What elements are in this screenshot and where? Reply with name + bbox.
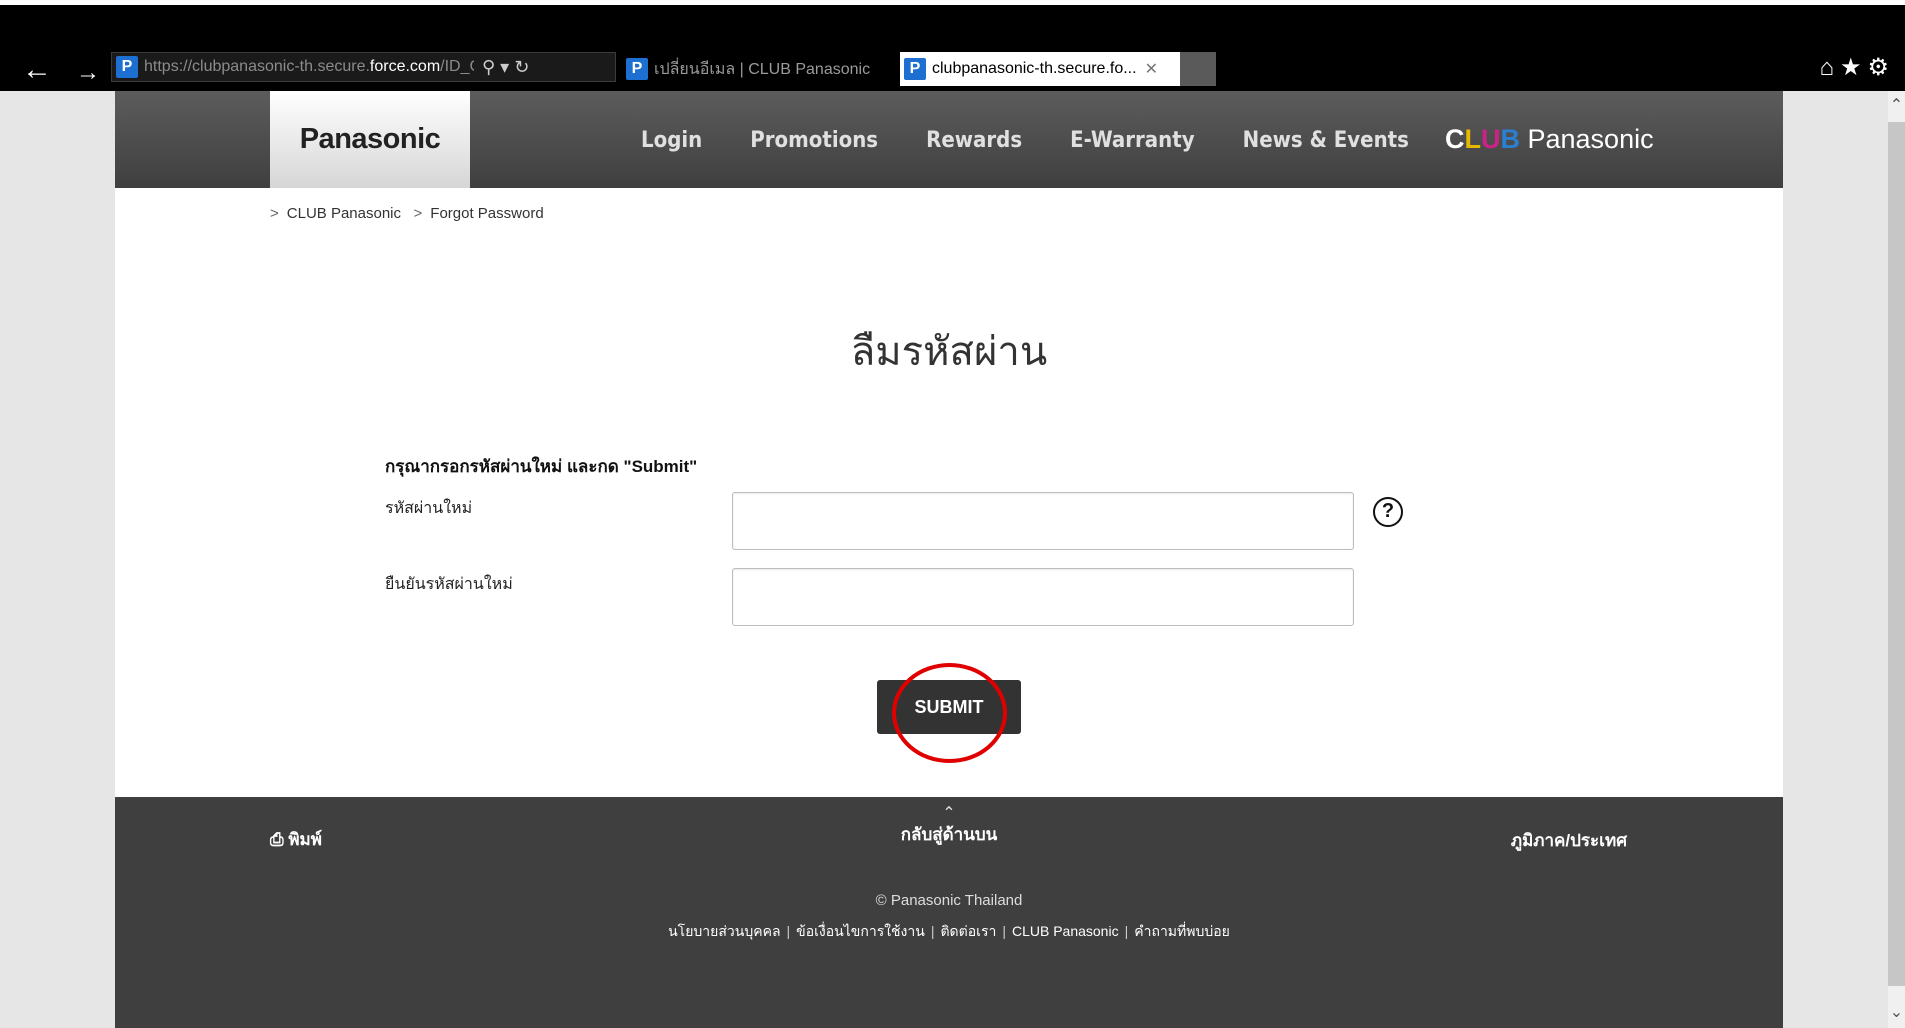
panasonic-logo[interactable]: Panasonic bbox=[270, 91, 470, 188]
main-nav: Login Promotions Rewards E-Warranty News… bbox=[641, 128, 1457, 153]
site-header: Panasonic Login Promotions Rewards E-War… bbox=[115, 91, 1783, 188]
search-refresh-icons[interactable]: ⚲ ▾ ↻ bbox=[482, 57, 529, 78]
highlight-circle-annotation bbox=[892, 663, 1007, 763]
favicon-icon: P bbox=[116, 56, 138, 78]
nav-e-warranty[interactable]: E-Warranty bbox=[1070, 128, 1195, 153]
forward-arrow-icon[interactable]: → bbox=[76, 58, 100, 88]
window-top-edge bbox=[0, 0, 1905, 5]
nav-login[interactable]: Login bbox=[641, 128, 702, 153]
chevron-up-icon[interactable]: ⌃ bbox=[1888, 91, 1905, 121]
page-title: ลืมรหัสผ่าน bbox=[850, 330, 1048, 374]
url-text[interactable]: https://clubpanasonic-th.secure.force.co… bbox=[144, 58, 474, 76]
tab-title: clubpanasonic-th.secure.fo... bbox=[932, 60, 1137, 77]
browser-chrome: ← → P https://clubpanasonic-th.secure.fo… bbox=[0, 0, 1905, 91]
new-password-input[interactable] bbox=[732, 492, 1354, 550]
footer-link-faq[interactable]: คำถามที่พบบ่อย bbox=[1134, 923, 1230, 939]
favicon-icon: P bbox=[626, 58, 648, 80]
address-bar[interactable]: P https://clubpanasonic-th.secure.force.… bbox=[111, 52, 616, 82]
breadcrumb-forgot-password: Forgot Password bbox=[430, 205, 544, 222]
nav-rewards[interactable]: Rewards bbox=[926, 128, 1022, 153]
footer-link-contact[interactable]: ติดต่อเรา bbox=[940, 923, 996, 939]
new-password-label: รหัสผ่านใหม่ bbox=[385, 500, 473, 517]
page-gutter-left bbox=[0, 91, 115, 1028]
breadcrumb-club-panasonic[interactable]: CLUB Panasonic bbox=[287, 205, 401, 222]
favicon-icon: P bbox=[904, 58, 926, 80]
nav-promotions[interactable]: Promotions bbox=[750, 128, 878, 153]
tab-active-clubpanasonic[interactable]: P clubpanasonic-th.secure.fo... ✕ bbox=[900, 52, 1180, 86]
nav-news-events[interactable]: News & Events bbox=[1243, 128, 1409, 153]
page-content: Panasonic Login Promotions Rewards E-War… bbox=[115, 91, 1783, 1028]
footer-link-club[interactable]: CLUB Panasonic bbox=[1012, 923, 1119, 939]
help-icon[interactable]: ? bbox=[1373, 497, 1403, 527]
site-footer: ⎙ พิมพ์ ⌃ กลับสู่ด้านบน ภูมิภาค/ประเทศ ©… bbox=[115, 797, 1783, 1028]
club-panasonic-logo[interactable]: CLUB Panasonic bbox=[1445, 124, 1654, 155]
form-instruction: กรุณากรอกรหัสผ่านใหม่ และกด "Submit" bbox=[385, 457, 698, 476]
home-favorites-settings-icons[interactable]: ⌂★⚙ bbox=[1819, 53, 1895, 82]
close-tab-icon[interactable]: ✕ bbox=[1145, 59, 1158, 79]
footer-link-terms[interactable]: ข้อเงื่อนไขการใช้งาน bbox=[796, 923, 925, 939]
page-gutter-right bbox=[1783, 91, 1888, 1028]
confirm-password-label: ยืนยันรหัสผ่านใหม่ bbox=[385, 576, 513, 593]
back-arrow-icon[interactable]: ← bbox=[22, 55, 52, 85]
new-tab-button[interactable] bbox=[1180, 52, 1216, 86]
footer-links: นโยบายส่วนบุคคล | ข้อเงื่อนไขการใช้งาน | ติด… bbox=[668, 923, 1230, 939]
scrollbar-thumb[interactable] bbox=[1888, 122, 1905, 986]
tab-title: เปลี่ยนอีเมล | CLUB Panasonic bbox=[654, 60, 871, 78]
vertical-scrollbar[interactable]: ⌃ ⌄ bbox=[1888, 91, 1905, 1028]
tab-change-email[interactable]: P เปลี่ยนอีเมล | CLUB Panasonic bbox=[622, 52, 900, 86]
breadcrumb: > CLUB Panasonic > Forgot Password bbox=[270, 205, 544, 222]
confirm-password-input[interactable] bbox=[732, 568, 1354, 626]
footer-link-privacy[interactable]: นโยบายส่วนบุคคล bbox=[668, 923, 780, 939]
chevron-up-icon: ⌃ bbox=[942, 805, 956, 822]
copyright-text: © Panasonic Thailand bbox=[875, 892, 1023, 909]
chevron-right-icon: > bbox=[413, 205, 423, 222]
chevron-right-icon: > bbox=[270, 205, 279, 222]
chevron-down-icon[interactable]: ⌄ bbox=[1888, 998, 1905, 1028]
region-country-link[interactable]: ภูมิภาค/ประเทศ bbox=[1511, 827, 1627, 854]
